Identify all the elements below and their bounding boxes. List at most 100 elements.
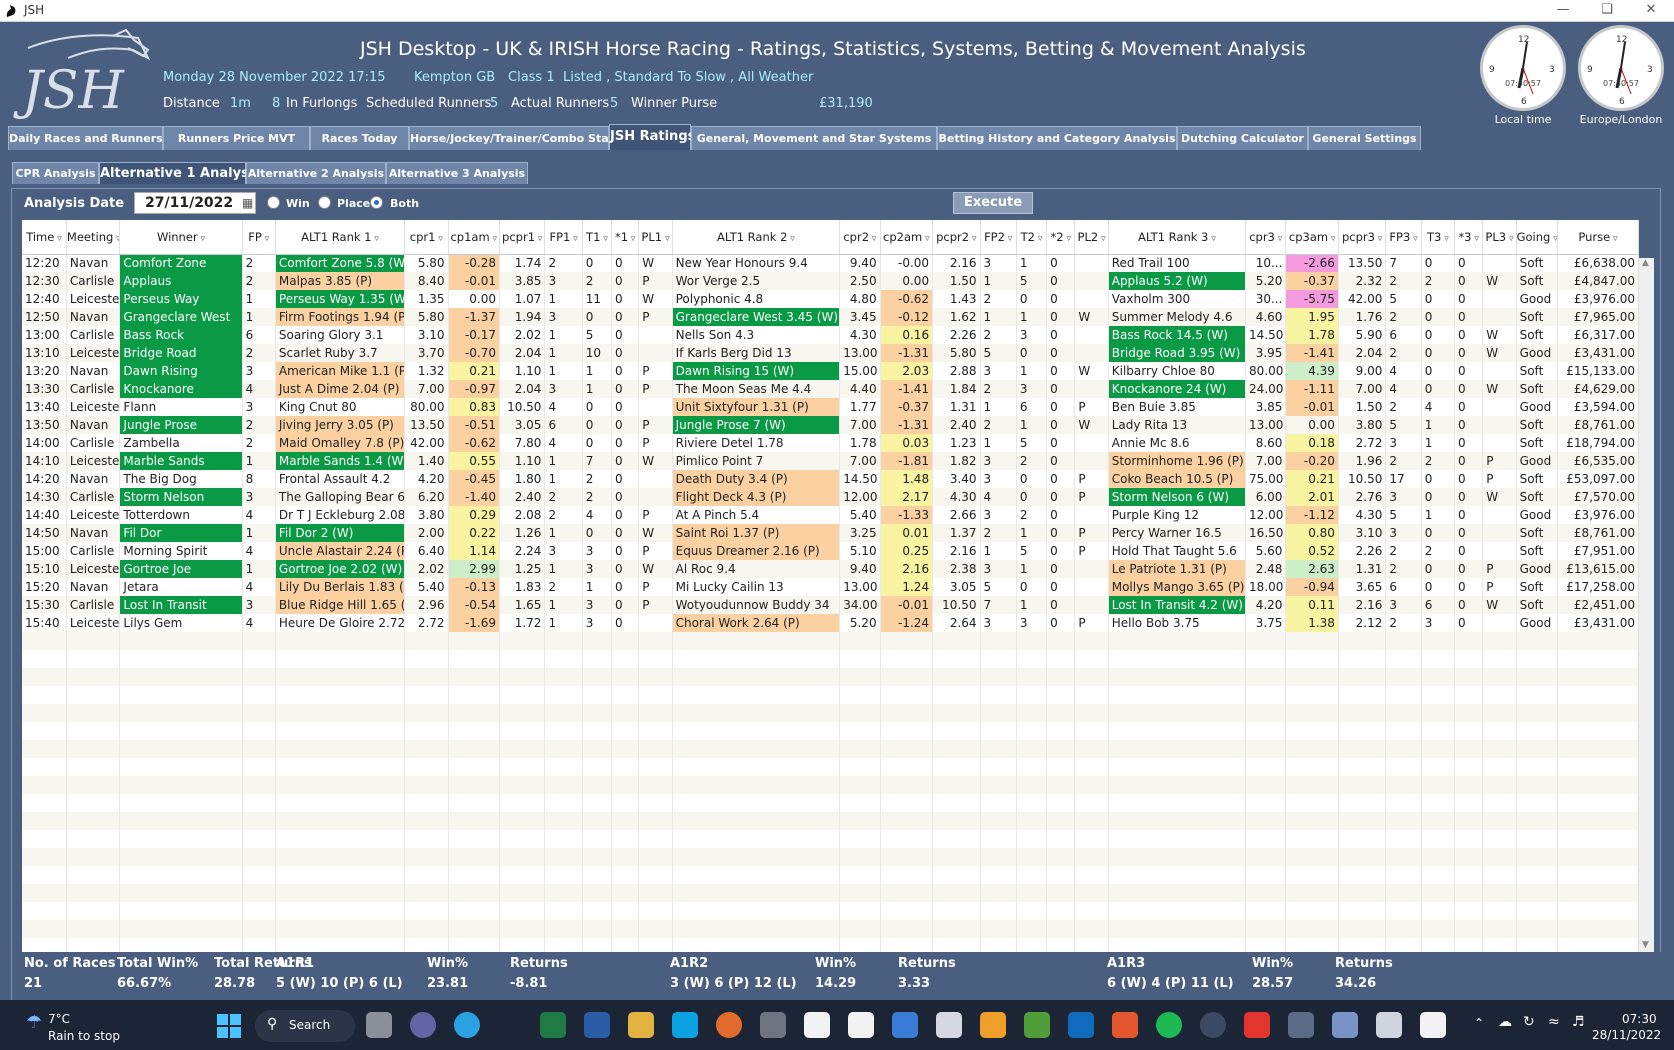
- minimize-icon[interactable]: —: [1548, 2, 1578, 17]
- notepad-icon[interactable]: [892, 1012, 918, 1038]
- column-header[interactable]: Winner ▿: [119, 220, 243, 255]
- table-row[interactable]: 13:40 Leicester Flann 3 King Cnut 80 80.00 0.8…: [22, 398, 1639, 416]
- spotify-icon[interactable]: [1156, 1012, 1182, 1038]
- column-header[interactable]: T3 ▿: [1421, 220, 1456, 255]
- outlook-icon[interactable]: [1068, 1012, 1094, 1038]
- column-header[interactable]: FP3 ▿: [1385, 220, 1422, 255]
- column-header[interactable]: Purse ▿: [1557, 220, 1639, 255]
- filter-icon[interactable]: ▿: [628, 234, 636, 244]
- remote-app-icon[interactable]: [1332, 1012, 1358, 1038]
- wifi-icon[interactable]: ≈: [1548, 1014, 1560, 1030]
- filter-icon[interactable]: ▿: [198, 234, 206, 244]
- filter-icon[interactable]: ▿: [600, 234, 608, 244]
- table-row[interactable]: 14:00 Carlisle Zambella 2 Maid Omalley 7.8 (…: [22, 434, 1639, 452]
- table-row[interactable]: 14:10 Leicester Marble Sands 1 Marble Sands …: [22, 452, 1639, 470]
- scroll-up-icon[interactable]: ▲: [1642, 258, 1649, 268]
- filter-icon[interactable]: ▿: [54, 234, 62, 244]
- tool-app-icon[interactable]: [1112, 1012, 1138, 1038]
- filter-icon[interactable]: ▿: [1005, 234, 1013, 244]
- tab-general-systems[interactable]: General, Movement and Star Systems: [691, 126, 937, 150]
- taskbar-date[interactable]: 28/11/2022: [1592, 1028, 1661, 1042]
- column-header[interactable]: pcpr1 ▿: [499, 220, 546, 255]
- column-header[interactable]: cpr3 ▿: [1245, 220, 1287, 255]
- table-row[interactable]: 14:40 Leicester Totterdown 4 Dr T J Ecklebur…: [22, 506, 1639, 524]
- tray-chevron-icon[interactable]: ⌃: [1474, 1016, 1484, 1030]
- filter-icon[interactable]: ▿: [869, 234, 877, 244]
- column-header[interactable]: cp1am ▿: [448, 220, 501, 255]
- alpha-app-icon[interactable]: [1376, 1012, 1402, 1038]
- jsh-app-icon-3[interactable]: [1420, 1012, 1446, 1038]
- column-header[interactable]: PL3 ▿: [1482, 220, 1517, 255]
- filter-icon[interactable]: ▿: [1035, 234, 1043, 244]
- taskbar-time[interactable]: 07:30: [1622, 1012, 1657, 1026]
- weather-temp[interactable]: 7°C: [48, 1012, 70, 1026]
- filter-icon[interactable]: ▿: [969, 234, 977, 244]
- column-header[interactable]: FP1 ▿: [544, 220, 583, 255]
- tab-dutching-calculator[interactable]: Dutching Calculator: [1177, 126, 1308, 150]
- table-row[interactable]: 12:40 Leicester Perseus Way 1 Perseus Way 1.…: [22, 290, 1639, 308]
- table-row[interactable]: 15:10 Leicester Gortroe Joe 1 Gortroe Joe 2.…: [22, 560, 1639, 578]
- skype-icon[interactable]: [672, 1012, 698, 1038]
- tab-jsh-ratings[interactable]: JSH Ratings: [609, 124, 695, 150]
- network-app-icon[interactable]: [1288, 1012, 1314, 1038]
- filter-icon[interactable]: ▿: [570, 234, 578, 244]
- filter-icon[interactable]: ▿: [262, 234, 270, 244]
- jsh-app-icon-1[interactable]: [804, 1012, 830, 1038]
- column-header[interactable]: ALT1 Rank 2 ▿: [672, 220, 841, 255]
- filter-icon[interactable]: ▿: [1275, 234, 1283, 244]
- table-row[interactable]: 12:20 Navan Comfort Zone 2 Comfort Zone 5.8 …: [22, 254, 1639, 272]
- filter-icon[interactable]: ▿: [1375, 234, 1383, 244]
- column-header[interactable]: cp2am ▿: [880, 220, 934, 255]
- camera-app-icon[interactable]: [1200, 1012, 1226, 1038]
- column-header[interactable]: *1 ▿: [611, 220, 640, 255]
- radio-both[interactable]: [370, 196, 383, 209]
- subtab-alternative-1[interactable]: Alternative 1 Analysis: [99, 162, 261, 184]
- tab-runners-price-mvt[interactable]: Runners Price MVT: [163, 126, 310, 150]
- column-header[interactable]: *2 ▿: [1046, 220, 1076, 255]
- table-row[interactable]: 13:50 Navan Jungle Prose 2 Jiving Jerry 3.05…: [22, 416, 1639, 434]
- table-row[interactable]: 15:20 Navan Jetara 4 Lily Du Berlais 1.83 (P…: [22, 578, 1639, 596]
- filter-icon[interactable]: ▿: [1441, 234, 1449, 244]
- filter-icon[interactable]: ▿: [922, 234, 930, 244]
- tab-races-today[interactable]: Races Today: [310, 126, 409, 150]
- filter-icon[interactable]: ▿: [1410, 234, 1418, 244]
- column-header[interactable]: pcpr2 ▿: [932, 220, 981, 255]
- filter-icon[interactable]: ▿: [1098, 234, 1106, 244]
- filter-icon[interactable]: ▿: [787, 234, 795, 244]
- excel-icon[interactable]: [540, 1012, 566, 1038]
- tab-daily-races[interactable]: Daily Races and Runners: [8, 126, 163, 150]
- filter-icon[interactable]: ▿: [1506, 234, 1514, 244]
- column-header[interactable]: PL1 ▿: [638, 220, 673, 255]
- filter-icon[interactable]: ▿: [662, 234, 670, 244]
- column-header[interactable]: *3 ▿: [1454, 220, 1484, 255]
- table-row[interactable]: 14:50 Navan Fil Dor 1 Fil Dor 2 (W) 2.00 0.22 1…: [22, 524, 1639, 542]
- firefox-icon[interactable]: [716, 1012, 742, 1038]
- jsh-app-icon-2[interactable]: [848, 1012, 874, 1038]
- table-row[interactable]: 12:50 Navan Grangeclare West 1 Firm Footings…: [22, 308, 1639, 326]
- filter-icon[interactable]: ▿: [490, 234, 498, 244]
- taskbar-search-box[interactable]: ⚲ Search: [255, 1010, 355, 1042]
- table-row[interactable]: 13:00 Carlisle Bass Rock 6 Soaring Glory 3.1…: [22, 326, 1639, 344]
- radio-place[interactable]: [318, 196, 331, 209]
- subtab-alternative-3[interactable]: Alternative 3 Analysis: [386, 162, 528, 184]
- weather-desc[interactable]: Rain to stop: [48, 1029, 120, 1043]
- filter-icon[interactable]: ▿: [1328, 234, 1336, 244]
- grid-vertical-scrollbar[interactable]: ▲ ▼: [1638, 258, 1654, 952]
- column-header[interactable]: ALT1 Rank 1 ▿: [275, 220, 406, 255]
- filter-icon[interactable]: ▿: [1064, 234, 1071, 244]
- table-row[interactable]: 13:30 Carlisle Knockanore 4 Just A Dime 2.04…: [22, 380, 1639, 398]
- filter-icon[interactable]: ▿: [535, 234, 543, 244]
- column-header[interactable]: Time ▿: [22, 220, 67, 255]
- filter-icon[interactable]: ▿: [372, 234, 379, 244]
- column-header[interactable]: cpr1 ▿: [404, 220, 449, 255]
- column-header[interactable]: cp3am ▿: [1285, 220, 1339, 255]
- column-header[interactable]: PL2 ▿: [1074, 220, 1109, 255]
- volume-icon[interactable]: ♬: [1572, 1014, 1585, 1030]
- active-app-icon[interactable]: [936, 1012, 962, 1038]
- telegram-icon[interactable]: [454, 1012, 480, 1038]
- column-header[interactable]: ALT1 Rank 3 ▿: [1108, 220, 1247, 255]
- subtab-alternative-2[interactable]: Alternative 2 Analysis: [246, 162, 386, 184]
- radio-win[interactable]: [267, 196, 280, 209]
- table-row[interactable]: 15:30 Carlisle Lost In Transit 3 Blue Ridge …: [22, 596, 1639, 614]
- word-icon[interactable]: [584, 1012, 610, 1038]
